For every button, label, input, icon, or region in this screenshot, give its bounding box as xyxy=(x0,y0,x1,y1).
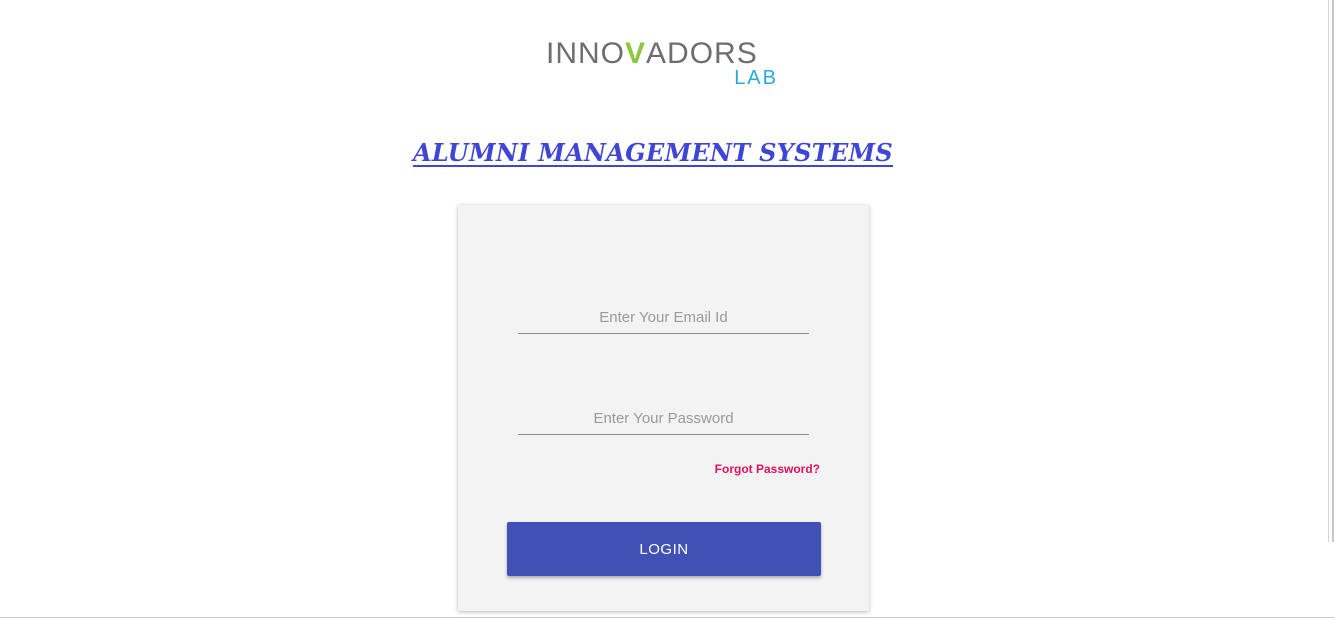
login-page: INNOVADORS LAB ALUMNI MANAGEMENT SYSTEMS… xyxy=(0,0,1334,618)
login-button[interactable]: LOGIN xyxy=(507,522,821,576)
innovadors-lab-logo: INNOVADORS LAB xyxy=(546,38,782,90)
page-heading: ALUMNI MANAGEMENT SYSTEMS xyxy=(0,138,1306,167)
email-input[interactable] xyxy=(518,303,809,331)
password-input[interactable] xyxy=(518,404,809,432)
vertical-scrollbar[interactable] xyxy=(1328,0,1334,542)
email-field-container xyxy=(518,303,809,334)
password-field-container xyxy=(518,404,809,435)
page-title: ALUMNI MANAGEMENT SYSTEMS xyxy=(412,138,894,167)
forgot-password-link[interactable]: Forgot Password? xyxy=(715,462,820,476)
logo-wordmark: INNOVADORS xyxy=(546,38,758,70)
logo-subtext: LAB xyxy=(734,67,778,89)
logo-text-suffix: ADORS xyxy=(646,37,758,70)
logo-text-prefix: INNO xyxy=(546,37,625,70)
login-card: Forgot Password? LOGIN xyxy=(458,205,869,611)
logo-text-accent: V xyxy=(625,37,647,70)
